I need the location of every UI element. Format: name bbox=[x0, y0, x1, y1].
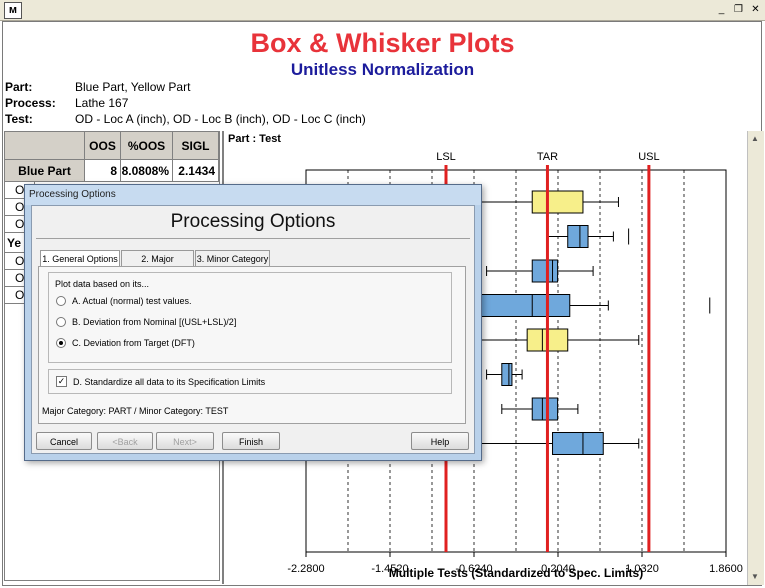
restore-icon[interactable]: ❐ bbox=[731, 3, 746, 16]
process-label: Process: bbox=[5, 96, 56, 110]
x-axis-label: Multiple Tests (Standardized to Spec. Li… bbox=[388, 566, 644, 580]
grid-header-oos[interactable]: OOS bbox=[85, 132, 121, 160]
report-subtitle: Unitless Normalization bbox=[290, 60, 475, 79]
back-button[interactable]: <Back bbox=[97, 432, 153, 450]
radio-option-nominal[interactable]: B. Deviation from Nominal [(USL+LSL)/2] bbox=[56, 315, 236, 329]
reference-line-label: LSL bbox=[436, 151, 456, 163]
grid-cell-pct: 8.0808% bbox=[121, 160, 173, 182]
grid-header-sigl[interactable]: SIGL bbox=[173, 132, 219, 160]
standardize-checkbox-row[interactable]: ✓ D. Standardize all data to its Specific… bbox=[56, 375, 265, 389]
group-label: Plot data based on its... bbox=[55, 279, 150, 289]
radio-label: C. Deviation from Target (DFT) bbox=[72, 338, 195, 348]
radio-label: A. Actual (normal) test values. bbox=[72, 296, 192, 306]
box bbox=[531, 259, 559, 283]
reference-line-label: TAR bbox=[537, 151, 558, 163]
radio-option-target[interactable]: C. Deviation from Target (DFT) bbox=[56, 336, 195, 350]
report-title: Box & Whisker Plots bbox=[250, 28, 515, 58]
process-value: Lathe 167 bbox=[75, 96, 129, 110]
grid-corner bbox=[5, 132, 85, 160]
box bbox=[531, 190, 584, 214]
box bbox=[552, 432, 604, 455]
finish-button[interactable]: Finish bbox=[222, 432, 280, 450]
grid-cell-oos: 8 bbox=[85, 160, 121, 182]
part-value: Blue Part, Yellow Part bbox=[75, 80, 191, 94]
dialog-title: Processing Options bbox=[29, 189, 116, 200]
cancel-button[interactable]: Cancel bbox=[36, 432, 92, 450]
part-label: Part: bbox=[5, 80, 33, 94]
radio-button[interactable] bbox=[56, 295, 66, 306]
tab-minor-category[interactable]: 3. Minor Category bbox=[195, 250, 270, 267]
checkbox-label: D. Standardize all data to its Specifica… bbox=[73, 377, 266, 387]
checkbox-checked-icon[interactable]: ✓ bbox=[56, 376, 67, 388]
box bbox=[531, 397, 559, 421]
box bbox=[501, 363, 513, 386]
box bbox=[567, 225, 589, 248]
category-status: Major Category: PART / Minor Category: T… bbox=[42, 406, 229, 416]
grid-header-pct-oos[interactable]: %OOS bbox=[121, 132, 173, 160]
reference-line-label: USL bbox=[638, 151, 659, 163]
test-label: Test: bbox=[5, 112, 33, 126]
grid-row-name[interactable]: Blue Part bbox=[5, 160, 85, 182]
tab-general-options[interactable]: 1. General Options bbox=[40, 250, 120, 267]
box bbox=[475, 294, 571, 317]
next-button[interactable]: Next> bbox=[156, 432, 214, 450]
grid-cell-sigl: 2.1434 bbox=[173, 160, 219, 182]
vertical-scrollbar[interactable] bbox=[747, 131, 764, 585]
radio-button-selected[interactable] bbox=[56, 337, 66, 348]
dialog-heading: Processing Options bbox=[170, 211, 336, 232]
scroll-up-icon[interactable]: ▲ bbox=[747, 131, 763, 147]
radio-button[interactable] bbox=[56, 316, 66, 327]
minimize-icon[interactable]: _ bbox=[714, 3, 729, 16]
help-button[interactable]: Help bbox=[411, 432, 469, 450]
divider bbox=[36, 238, 470, 239]
scroll-down-icon[interactable]: ▼ bbox=[747, 569, 763, 585]
app-icon[interactable]: ᴍ bbox=[4, 2, 22, 19]
window-titlebar bbox=[0, 0, 765, 21]
tab-major-category[interactable]: 2. Major Category bbox=[121, 250, 194, 281]
radio-option-actual[interactable]: A. Actual (normal) test values. bbox=[56, 294, 192, 308]
test-value: OD - Loc A (inch), OD - Loc B (inch), OD… bbox=[75, 112, 366, 126]
radio-label: B. Deviation from Nominal [(USL+LSL)/2] bbox=[72, 317, 237, 327]
close-icon[interactable]: ✕ bbox=[748, 3, 763, 16]
